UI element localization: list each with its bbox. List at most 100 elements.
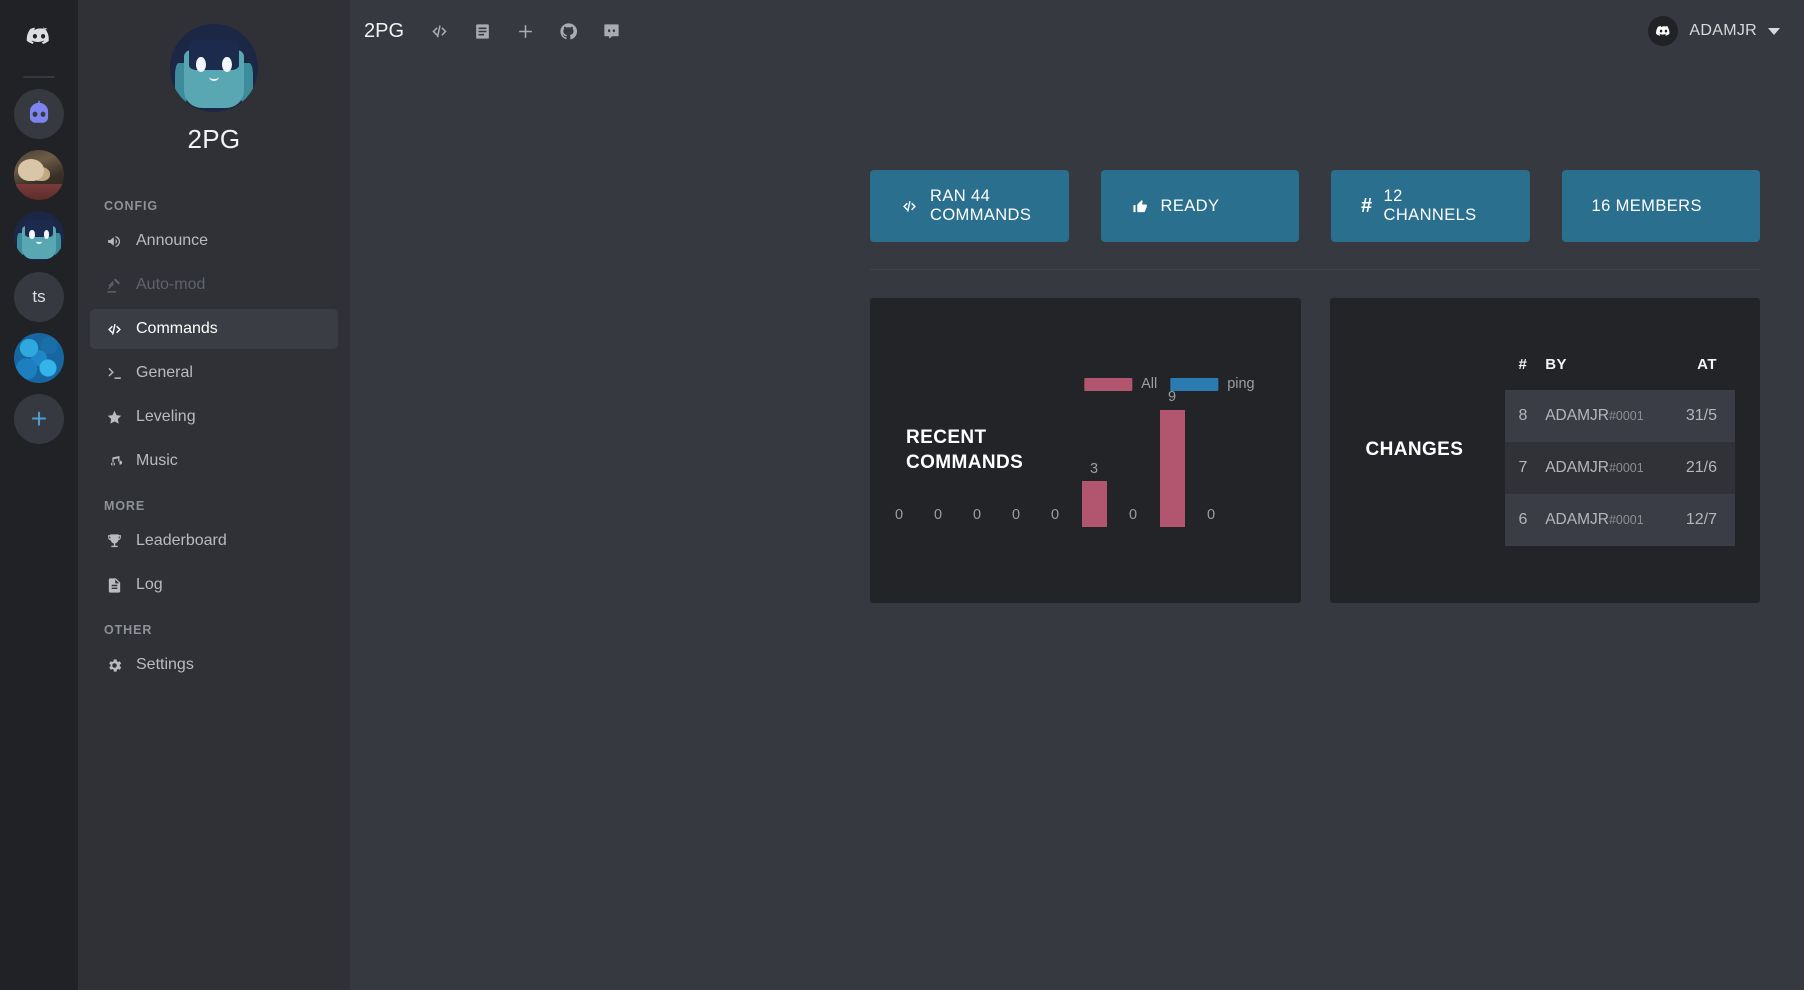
sidebar-item-music[interactable]: Music (90, 441, 338, 481)
hash-icon: # (1361, 196, 1373, 216)
server-icon-discord-bot[interactable] (14, 89, 64, 139)
sidebar-item-leaderboard[interactable]: Leaderboard (90, 521, 338, 561)
chart-bar[interactable]: 0 (926, 390, 951, 527)
code-icon[interactable] (430, 22, 449, 41)
chart-bar-value: 0 (895, 508, 903, 523)
cell-at: 21/6 (1686, 442, 1735, 494)
stat-card-status[interactable]: READY (1101, 170, 1300, 242)
chart-bar[interactable]: 0 (887, 390, 912, 527)
github-icon[interactable] (559, 22, 578, 41)
sidebar-item-log[interactable]: Log (90, 565, 338, 605)
chevron-down-icon (1768, 28, 1780, 35)
table-row[interactable]: 8ADAMJR#000131/5 (1505, 390, 1736, 442)
chart-legend: All ping (1084, 376, 1255, 392)
stat-card-channels[interactable]: # 12 CHANNELS (1331, 170, 1530, 242)
server-icon-cat[interactable] (14, 150, 64, 200)
avatar (1648, 16, 1678, 46)
star-icon (104, 409, 124, 426)
sidebar-item-label: Auto-mod (136, 276, 205, 294)
plus-icon[interactable] (516, 22, 535, 41)
terminal-icon (104, 365, 124, 382)
stat-card-label: RAN 44 COMMANDS (930, 187, 1039, 225)
chart-bar[interactable]: 0 (1043, 390, 1068, 527)
stat-card-label: 12 CHANNELS (1384, 187, 1500, 225)
chart-bar[interactable]: 0 (965, 390, 990, 527)
sidebar-item-announce[interactable]: Announce (90, 221, 338, 261)
megaphone-icon (104, 233, 124, 250)
legend-swatch (1170, 378, 1218, 391)
changes-table-body: 8ADAMJR#000131/57ADAMJR#000121/66ADAMJR#… (1505, 390, 1736, 546)
chart-bar[interactable]: 9 (1160, 390, 1185, 527)
stat-card-row: RAN 44 COMMANDS READY # 12 CHANNELS 16 M… (350, 62, 1804, 242)
cell-by: ADAMJR#0001 (1545, 442, 1686, 494)
sidebar-item-label: Log (136, 576, 163, 594)
chart-bar-value: 0 (1207, 508, 1215, 523)
trophy-icon (104, 533, 124, 550)
sidebar-item-leveling[interactable]: Leveling (90, 397, 338, 437)
nav-heading-config: CONFIG (78, 199, 350, 221)
changes-table-wrap: # BY AT 8ADAMJR#000131/57ADAMJR#000121/6… (1505, 356, 1761, 546)
table-row[interactable]: 7ADAMJR#000121/6 (1505, 442, 1736, 494)
cell-by-tag: #0001 (1609, 461, 1644, 475)
sidebar-item-label: Leveling (136, 408, 196, 426)
docs-icon[interactable] (473, 22, 492, 41)
recent-commands-panel: RECENT COMMANDS Allping 00100000003090 (870, 298, 1301, 603)
discord-icon[interactable] (602, 22, 621, 41)
chart-plot: 00100000003090 (1059, 390, 1287, 527)
cell-at: 31/5 (1686, 390, 1735, 442)
legend-item[interactable]: All (1084, 376, 1157, 392)
cell-num: 6 (1505, 494, 1546, 546)
server-rail: ts + (0, 0, 78, 990)
chart-bar-value: 0 (1129, 508, 1137, 523)
sidebar-item-general[interactable]: General (90, 353, 338, 393)
cell-by-name: ADAMJR (1545, 407, 1609, 424)
server-icon-2pg[interactable] (14, 211, 64, 261)
cell-by-tag: #0001 (1609, 409, 1644, 423)
column-header-num: # (1505, 356, 1546, 390)
sidebar-brand: 2PG (78, 18, 350, 181)
main-content: 2PG (350, 0, 1804, 990)
server-icon-ts[interactable]: ts (14, 272, 64, 322)
sidebar-item-commands[interactable]: Commands (90, 309, 338, 349)
cell-by-name: ADAMJR (1545, 459, 1609, 476)
gavel-icon (104, 277, 124, 294)
cell-by: ADAMJR#0001 (1545, 390, 1686, 442)
chart-bar-value: 3 (1090, 462, 1098, 477)
topbar: 2PG (350, 0, 1804, 62)
rail-divider (23, 76, 55, 78)
discord-icon (1655, 23, 1672, 40)
chart-bar-rect (1082, 481, 1107, 527)
chart-bar[interactable]: 3 (1082, 390, 1107, 527)
table-row[interactable]: 6ADAMJR#000112/7 (1505, 494, 1736, 546)
sidebar-item-label: Announce (136, 232, 208, 250)
column-header-by: BY (1545, 356, 1686, 390)
cell-at: 12/7 (1686, 494, 1735, 546)
cell-by: ADAMJR#0001 (1545, 494, 1686, 546)
chart-bar[interactable]: 0 (1121, 390, 1146, 527)
chart-bar[interactable]: 0 (1004, 390, 1029, 527)
cell-num: 8 (1505, 390, 1546, 442)
changes-panel: CHANGES # BY AT 8ADAMJR#000131/57ADAMJR#… (1330, 298, 1761, 603)
stat-card-commands[interactable]: RAN 44 COMMANDS (870, 170, 1069, 242)
server-icon-blue[interactable] (14, 333, 64, 383)
discord-home-button[interactable] (14, 12, 64, 62)
add-server-button[interactable]: + (14, 394, 64, 444)
gear-icon (104, 657, 124, 674)
chart-bar[interactable]: 0 (870, 390, 873, 527)
sidebar: 2PG CONFIG Announce Auto-mod Commands (78, 0, 350, 990)
app-root: ts + 2PG CONFIG Announce (0, 0, 1804, 990)
brand-name: 2PG (188, 124, 241, 155)
discord-bot-icon (23, 98, 55, 130)
legend-item[interactable]: ping (1170, 376, 1254, 392)
chart-bar-value: 9 (1168, 390, 1176, 405)
sidebar-item-auto-mod[interactable]: Auto-mod (90, 265, 338, 305)
legend-label: ping (1227, 376, 1254, 392)
user-menu[interactable]: ADAMJR (1648, 16, 1780, 46)
music-icon (104, 453, 124, 470)
topbar-brand[interactable]: 2PG (364, 20, 404, 43)
chart-bar[interactable]: 0 (1199, 390, 1224, 527)
sidebar-item-settings[interactable]: Settings (90, 645, 338, 685)
stat-card-members[interactable]: 16 MEMBERS (1562, 170, 1761, 242)
code-icon (104, 321, 124, 338)
panel-row: RECENT COMMANDS Allping 00100000003090 C… (350, 270, 1804, 603)
